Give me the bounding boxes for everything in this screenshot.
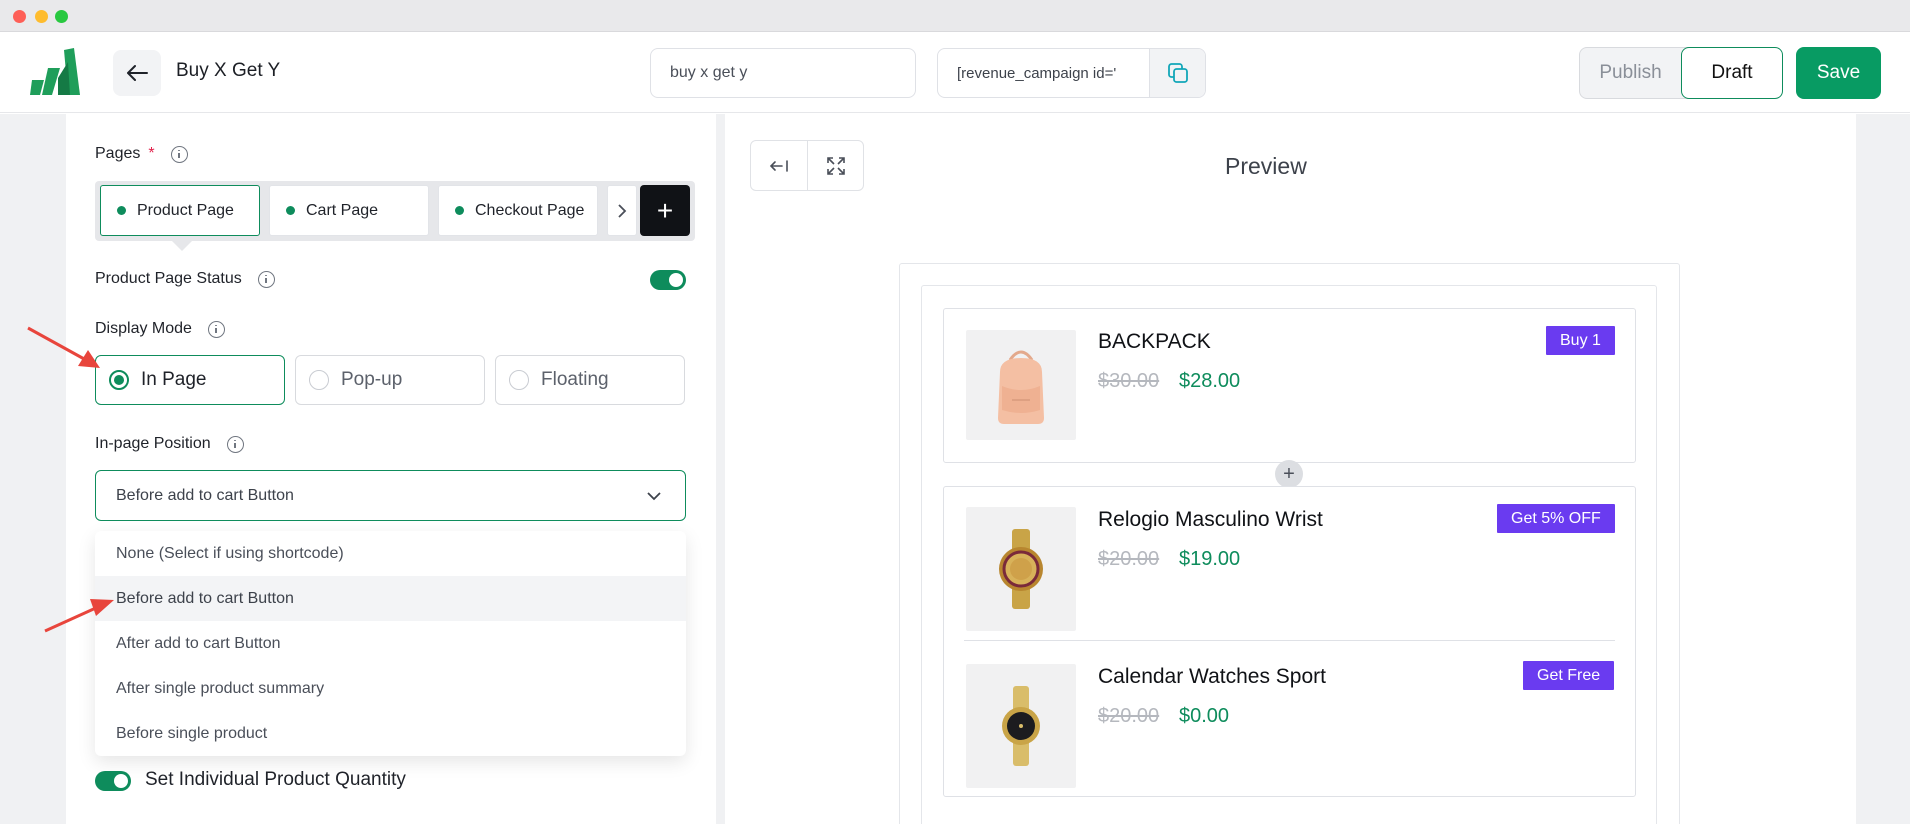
product-divider bbox=[964, 640, 1615, 641]
position-option[interactable]: After single product summary bbox=[95, 666, 686, 711]
required-mark: * bbox=[148, 145, 155, 162]
individual-quantity-label: Set Individual Product Quantity bbox=[145, 769, 406, 790]
radio-icon bbox=[109, 370, 129, 390]
chevron-down-icon bbox=[647, 492, 661, 501]
info-icon[interactable] bbox=[207, 320, 225, 338]
backpack-icon bbox=[998, 350, 1044, 424]
product-new-price: $19.00 bbox=[1179, 548, 1241, 570]
product-old-price: $20.00 bbox=[1098, 705, 1160, 727]
radio-icon bbox=[509, 370, 529, 390]
maximize-window-button[interactable] bbox=[55, 10, 68, 23]
info-icon[interactable] bbox=[257, 270, 275, 288]
product-image bbox=[966, 330, 1076, 440]
radio-icon bbox=[309, 370, 329, 390]
product-page-status-toggle[interactable] bbox=[650, 270, 686, 290]
watch-icon bbox=[999, 529, 1043, 609]
arrow-left-icon bbox=[127, 65, 148, 81]
collapse-panel-button[interactable] bbox=[751, 141, 807, 190]
publish-button[interactable]: Publish bbox=[1580, 48, 1681, 98]
display-mode-label: Display Mode bbox=[95, 320, 192, 337]
position-selected-value: Before add to cart Button bbox=[116, 486, 294, 504]
display-mode-label-row: Display Mode bbox=[95, 320, 225, 338]
info-icon[interactable] bbox=[226, 435, 244, 453]
display-mode-in-page[interactable]: In Page bbox=[95, 355, 285, 405]
campaign-title: Buy X Get Y bbox=[176, 60, 281, 81]
position-option[interactable]: After add to cart Button bbox=[95, 621, 686, 666]
save-button[interactable]: Save bbox=[1796, 47, 1881, 99]
display-mode-floating[interactable]: Floating bbox=[495, 355, 685, 405]
tab-checkout-page[interactable]: Checkout Page bbox=[438, 185, 598, 236]
product-new-price: $0.00 bbox=[1179, 705, 1230, 727]
product-old-price: $20.00 bbox=[1098, 548, 1160, 570]
preview-toolbar bbox=[750, 140, 864, 191]
shortcode-text: [revenue_campaign id=' bbox=[957, 65, 1117, 82]
position-option[interactable]: None (Select if using shortcode) bbox=[95, 531, 686, 576]
page-tabs: Product Page Cart Page Checkout Page + bbox=[95, 181, 695, 241]
product-old-price: $30.00 bbox=[1098, 370, 1160, 392]
shortcode-field[interactable]: [revenue_campaign id=' bbox=[937, 48, 1206, 98]
status-label-row: Product Page Status bbox=[95, 270, 275, 288]
position-select[interactable]: Before add to cart Button bbox=[95, 470, 686, 521]
product-image bbox=[966, 664, 1076, 788]
tab-label: Product Page bbox=[137, 201, 234, 219]
offer-badge: Get Free bbox=[1523, 661, 1615, 690]
display-mode-popup[interactable]: Pop-up bbox=[295, 355, 485, 405]
fullscreen-button[interactable] bbox=[808, 141, 864, 190]
pages-label-row: Pages * bbox=[95, 145, 188, 163]
individual-quantity-toggle[interactable] bbox=[95, 771, 131, 791]
tab-label: Cart Page bbox=[306, 201, 379, 219]
tabs-scroll-right-button[interactable] bbox=[607, 185, 637, 236]
campaign-name-input[interactable] bbox=[650, 48, 916, 98]
preview-title: Preview bbox=[1225, 153, 1307, 179]
copy-shortcode-button[interactable] bbox=[1149, 49, 1205, 97]
mode-label: Pop-up bbox=[341, 369, 403, 390]
mode-label: In Page bbox=[141, 369, 207, 390]
expand-icon bbox=[827, 156, 845, 175]
arrow-left-bar-icon bbox=[769, 159, 788, 172]
product-new-price: $28.00 bbox=[1179, 370, 1241, 392]
position-option[interactable]: Before add to cart Button bbox=[95, 576, 686, 621]
product-name: BACKPACK bbox=[1098, 330, 1211, 353]
position-dropdown-menu: None (Select if using shortcode) Before … bbox=[95, 531, 686, 756]
offer-badge: Get 5% OFF bbox=[1497, 504, 1615, 533]
product-name: Relogio Masculino Wrist bbox=[1098, 508, 1323, 531]
copy-icon bbox=[1167, 63, 1188, 83]
add-product-button[interactable]: + bbox=[1275, 460, 1303, 488]
status-dot-icon bbox=[286, 206, 295, 215]
window-titlebar bbox=[0, 0, 1910, 32]
status-dot-icon bbox=[117, 206, 126, 215]
brand-logo-icon bbox=[30, 48, 80, 95]
position-option[interactable]: Before single product bbox=[95, 711, 686, 756]
status-label: Product Page Status bbox=[95, 270, 242, 287]
tab-cart-page[interactable]: Cart Page bbox=[269, 185, 429, 236]
watch-icon bbox=[1002, 686, 1040, 766]
product-name: Calendar Watches Sport bbox=[1098, 665, 1326, 688]
info-icon[interactable] bbox=[170, 145, 188, 163]
tab-label: Checkout Page bbox=[475, 201, 585, 219]
offer-badge: Buy 1 bbox=[1546, 326, 1615, 355]
position-label: In-page Position bbox=[95, 435, 211, 452]
tab-product-page[interactable]: Product Page bbox=[100, 185, 260, 236]
publish-status-toggle: Publish Draft bbox=[1579, 47, 1783, 99]
close-window-button[interactable] bbox=[13, 10, 26, 23]
mode-label: Floating bbox=[541, 369, 609, 390]
add-page-button[interactable]: + bbox=[640, 185, 690, 236]
chevron-right-icon bbox=[618, 203, 627, 218]
status-dot-icon bbox=[455, 206, 464, 215]
back-button[interactable] bbox=[113, 50, 161, 96]
active-tab-pointer bbox=[170, 239, 194, 251]
draft-button[interactable]: Draft bbox=[1681, 47, 1783, 99]
minimize-window-button[interactable] bbox=[35, 10, 48, 23]
position-label-row: In-page Position bbox=[95, 435, 244, 453]
app-header: Buy X Get Y [revenue_campaign id=' Publi… bbox=[0, 32, 1910, 113]
product-image bbox=[966, 507, 1076, 631]
pages-label: Pages bbox=[95, 145, 141, 162]
